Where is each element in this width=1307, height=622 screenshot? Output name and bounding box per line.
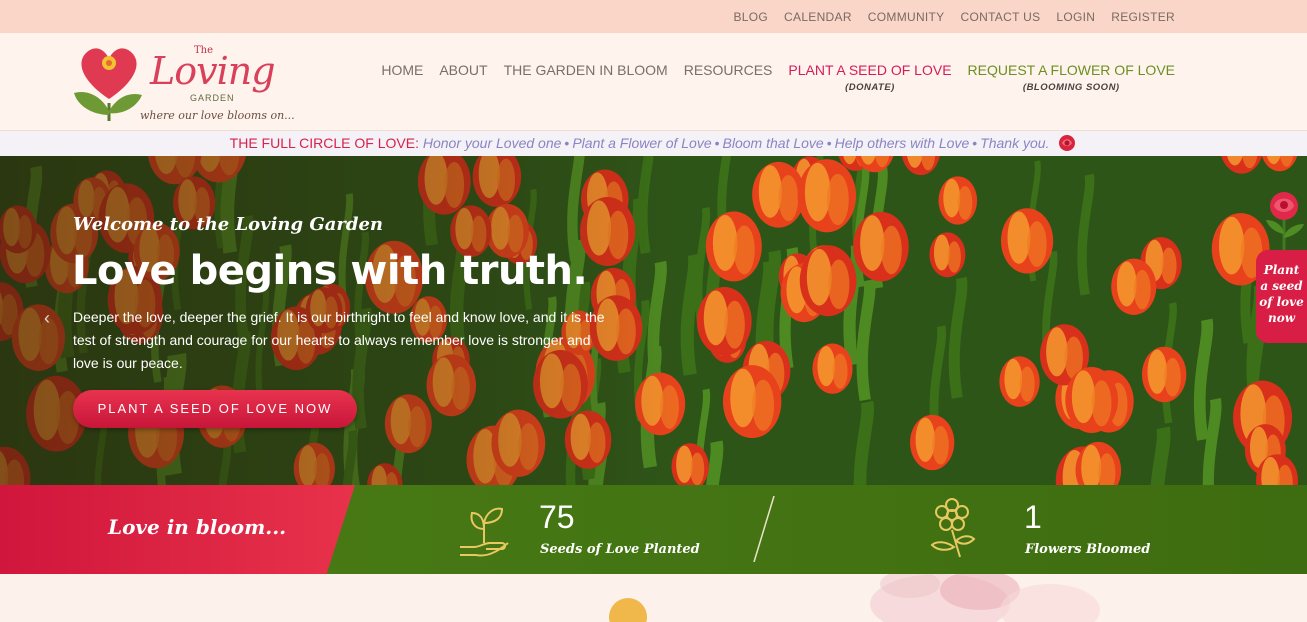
seeds-label: Seeds of Love Planted: [540, 542, 700, 557]
logo-garden: GARDEN: [190, 93, 235, 103]
carousel-prev-arrow[interactable]: ‹: [44, 308, 50, 329]
full-circle-strip: THE FULL CIRCLE OF LOVE: Honor your Love…: [0, 131, 1307, 156]
side-tab-line: now: [1267, 311, 1296, 325]
side-tab-line: a seed: [1260, 279, 1303, 293]
strip-item-plant: Plant a Flower of Love: [572, 135, 712, 151]
logo-tagline: where our love blooms on...: [140, 109, 295, 122]
hero-welcome: Welcome to the Loving Garden: [73, 214, 384, 235]
strip-item-thanks: Thank you.: [980, 135, 1050, 151]
hero-body: Deeper the love, deeper the grief. It is…: [73, 309, 605, 371]
strip-item-help: Help others with Love: [834, 135, 970, 151]
nav-donate-sub: (DONATE): [845, 82, 895, 93]
utility-nav: BLOG CALENDAR COMMUNITY CONTACT US LOGIN…: [734, 0, 1176, 33]
lower-section: [0, 574, 1307, 622]
side-rose-icon: [1266, 192, 1304, 250]
side-tab-line: Plant: [1263, 263, 1300, 277]
heart-flower-logo-icon: [74, 48, 142, 121]
strip-lead: THE FULL CIRCLE OF LOVE:: [229, 135, 419, 151]
nav-request-flower[interactable]: REQUEST A FLOWER OF LOVE (BLOOMING SOON): [968, 61, 1175, 97]
nav-home[interactable]: HOME: [381, 61, 423, 79]
flowers-count: 1: [1024, 499, 1042, 535]
strip-item-honor: Honor your Loved one: [422, 135, 562, 151]
logo-wordmark: Loving: [150, 49, 276, 93]
utility-link-calendar[interactable]: CALENDAR: [784, 10, 852, 24]
rose-icon: [1059, 135, 1076, 151]
flowers-label: Flowers Bloomed: [1025, 542, 1151, 557]
utility-link-contact[interactable]: CONTACT US: [961, 10, 1041, 24]
nav-donate-label: PLANT A SEED OF LOVE: [788, 62, 952, 78]
side-tab-line: of love: [1259, 295, 1304, 309]
utility-link-register[interactable]: REGISTER: [1111, 10, 1175, 24]
stats-heading: Love in bloom...: [108, 515, 287, 539]
love-in-bloom-stats: Love in bloom... 75 Seeds of Love Plante…: [0, 485, 1307, 574]
flower-icon: [930, 498, 976, 558]
nav-request-sub: (BLOOMING SOON): [1022, 82, 1120, 93]
top-utility-bar: BLOG CALENDAR COMMUNITY CONTACT US LOGIN…: [0, 0, 1307, 33]
main-nav: HOME ABOUT THE GARDEN IN BLOOM RESOURCES…: [381, 61, 1175, 97]
site-header: The Loving GARDEN where our love blooms …: [0, 33, 1307, 131]
nav-resources[interactable]: RESOURCES: [684, 61, 773, 79]
hero-banner: ‹ Welcome to the Loving Garden Love begi…: [0, 156, 1307, 485]
nav-donate[interactable]: PLANT A SEED OF LOVE (DONATE): [788, 61, 951, 97]
hero-title: Love begins with truth.: [72, 248, 588, 294]
utility-link-login[interactable]: LOGIN: [1056, 10, 1095, 24]
plant-seed-side-tab[interactable]: Plant a seed of love now: [1256, 250, 1307, 343]
plant-seed-cta-button[interactable]: PLANT A SEED OF LOVE NOW: [73, 390, 357, 428]
utility-link-blog[interactable]: BLOG: [734, 10, 769, 24]
watercolor-flower-image: [870, 574, 1100, 622]
utility-link-community[interactable]: COMMUNITY: [868, 10, 945, 24]
seeds-count: 75: [539, 499, 575, 535]
seedling-hand-icon: [460, 507, 509, 557]
nav-about[interactable]: ABOUT: [439, 61, 487, 79]
nav-garden-in-bloom[interactable]: THE GARDEN IN BLOOM: [504, 61, 668, 79]
stats-divider: [753, 496, 775, 562]
strip-item-bloom: Bloom that Love: [722, 135, 824, 151]
nav-request-label: REQUEST A FLOWER OF LOVE: [967, 62, 1175, 78]
lower-badge-icon: [609, 598, 647, 622]
site-logo[interactable]: The Loving GARDEN where our love blooms …: [72, 41, 295, 127]
